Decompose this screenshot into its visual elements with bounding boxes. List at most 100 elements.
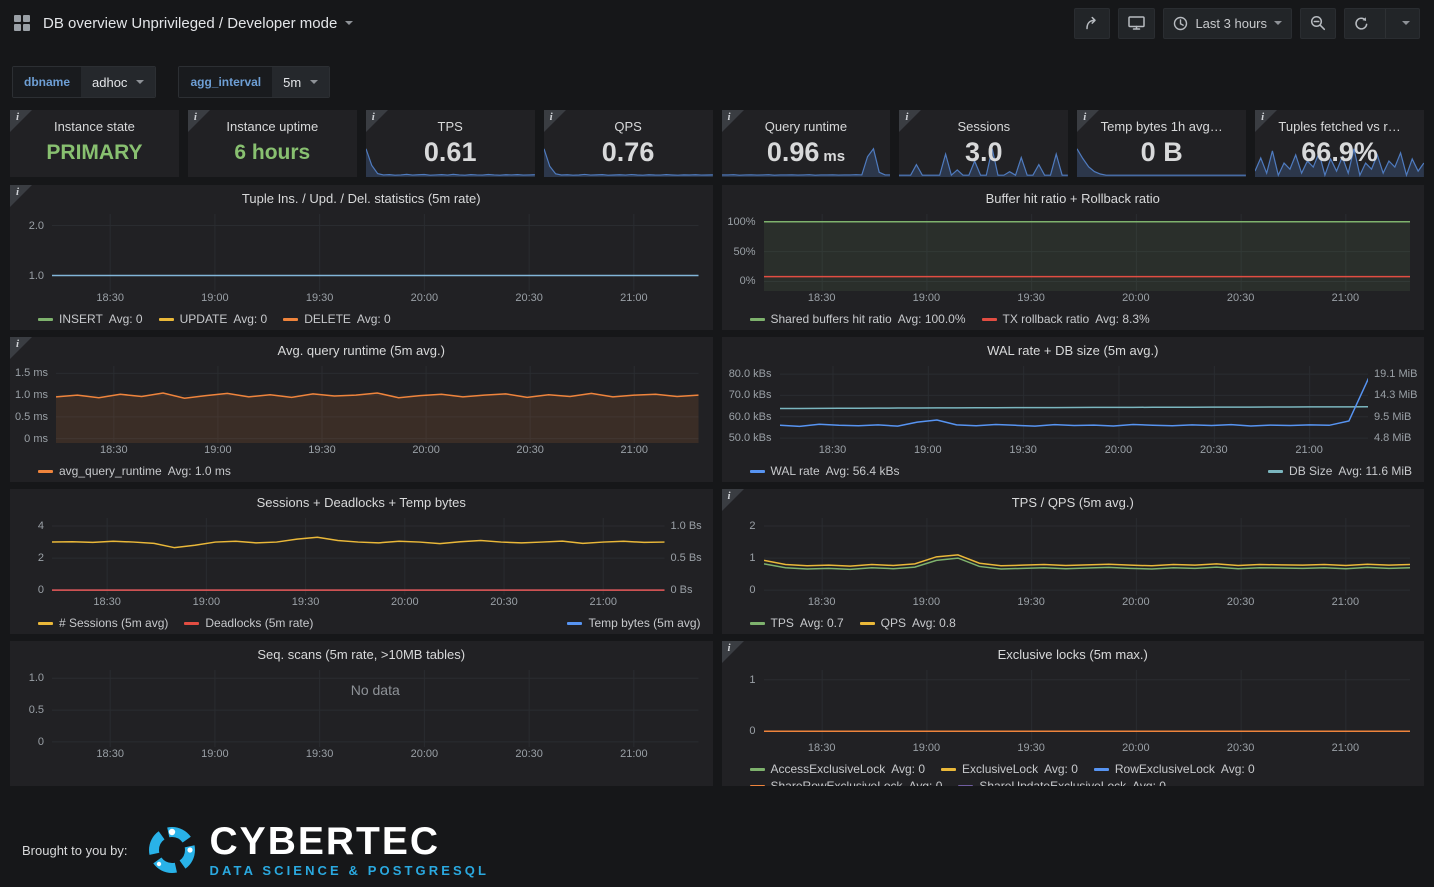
x-axis-label: 20:30 <box>1227 742 1255 754</box>
time-range-picker[interactable]: Last 3 hours <box>1163 8 1292 39</box>
chart-plot[interactable] <box>780 366 1369 443</box>
legend-item[interactable]: AccessExclusiveLockAvg: 0 <box>750 762 926 776</box>
y-axis: 100%50%0% <box>722 214 764 291</box>
legend-item[interactable]: # Sessions (5m avg) <box>38 616 168 630</box>
legend-item[interactable]: avg_query_runtimeAvg: 1.0 ms <box>38 464 231 478</box>
x-axis-label: 19:30 <box>306 748 334 760</box>
panel-title[interactable]: Seq. scans (5m rate, >10MB tables) <box>10 641 713 668</box>
panel-info-icon[interactable] <box>10 337 32 359</box>
panel-info-icon[interactable] <box>1255 110 1277 132</box>
variable-value-dropdown[interactable]: adhoc <box>81 67 155 97</box>
stat-value: 0.76 <box>544 137 713 168</box>
x-axis: 18:3019:0019:3020:0020:3021:00 <box>52 747 699 762</box>
share-button[interactable] <box>1074 8 1110 39</box>
legend-item[interactable]: UPDATEAvg: 0 <box>159 312 268 326</box>
panel-title[interactable]: Tuple Ins. / Upd. / Del. statistics (5m … <box>10 185 713 212</box>
x-axis-label: 18:30 <box>100 444 128 456</box>
dashboard-title-button[interactable]: DB overview Unprivileged / Developer mod… <box>43 15 353 32</box>
panel-info-icon[interactable] <box>722 110 744 132</box>
y-axis-label: 0 <box>38 584 44 596</box>
x-axis-label: 20:00 <box>412 444 440 456</box>
stat-title[interactable]: Instance state <box>10 119 179 134</box>
stat-title[interactable]: Sessions <box>899 119 1068 134</box>
x-axis-label: 18:30 <box>808 596 836 608</box>
chart-plot[interactable] <box>52 518 665 595</box>
variable-value-dropdown[interactable]: 5m <box>272 67 329 97</box>
y-axis-label: 4.8 MiB <box>1374 432 1411 444</box>
y-axis-label: 0.5 Bs <box>671 552 702 564</box>
stat-title[interactable]: Tuples fetched vs r… <box>1255 119 1424 134</box>
panel-title[interactable]: WAL rate + DB size (5m avg.) <box>722 337 1425 364</box>
panel-info-icon[interactable] <box>188 110 210 132</box>
stat-panel-qps: i QPS 0.76 <box>544 110 713 177</box>
legend-item[interactable]: TX rollback ratioAvg: 8.3% <box>982 312 1150 326</box>
x-axis-label: 19:30 <box>306 292 334 304</box>
legend-series-color-icon <box>159 318 174 321</box>
stat-title[interactable]: QPS <box>544 119 713 134</box>
panel-info-icon[interactable] <box>366 110 388 132</box>
legend-item[interactable]: Deadlocks (5m rate) <box>184 616 313 630</box>
chart-plot[interactable] <box>764 518 1411 595</box>
y-axis-right <box>699 670 713 747</box>
clock-icon <box>1173 16 1188 31</box>
x-axis-label: 20:30 <box>1227 596 1255 608</box>
x-axis-label: 19:00 <box>204 444 232 456</box>
legend-item[interactable]: INSERTAvg: 0 <box>38 312 143 326</box>
time-range-label: Last 3 hours <box>1195 16 1267 31</box>
x-axis-label: 20:00 <box>1122 596 1150 608</box>
y-axis: 1.5 ms1.0 ms0.5 ms0 ms <box>10 366 56 443</box>
y-axis-label: 60.0 kBs <box>729 411 772 423</box>
x-axis-label: 20:00 <box>411 748 439 760</box>
legend-item[interactable]: Temp bytes (5m avg) <box>567 616 700 630</box>
panel-title[interactable]: Sessions + Deadlocks + Temp bytes <box>10 489 713 516</box>
chart-plot[interactable] <box>764 670 1411 741</box>
panel-info-icon[interactable] <box>722 489 744 511</box>
panel-info-icon[interactable] <box>722 641 744 663</box>
legend-item[interactable]: ShareRowExclusiveLockAvg: 0 <box>750 779 943 786</box>
legend-item[interactable]: ShareUpdateExclusiveLockAvg: 0 <box>958 779 1166 786</box>
refresh-button[interactable] <box>1345 9 1378 38</box>
panel-info-icon[interactable] <box>10 110 32 132</box>
legend-item[interactable]: ExclusiveLockAvg: 0 <box>941 762 1078 776</box>
legend-item[interactable]: TPSAvg: 0.7 <box>750 616 844 630</box>
stat-title[interactable]: Query runtime <box>722 119 891 134</box>
chart-legend: TPSAvg: 0.7 QPSAvg: 0.8 <box>722 610 1425 634</box>
panel-info-icon[interactable] <box>1077 110 1099 132</box>
panel-info-icon[interactable] <box>544 110 566 132</box>
stat-title[interactable]: Temp bytes 1h avg… <box>1077 119 1246 134</box>
legend-item[interactable]: QPSAvg: 0.8 <box>860 616 956 630</box>
tv-mode-button[interactable] <box>1118 8 1155 39</box>
legend-item[interactable]: WAL rateAvg: 56.4 kBs <box>750 464 900 478</box>
y-axis: 420 <box>10 518 52 595</box>
panel-info-icon[interactable] <box>899 110 921 132</box>
chart-plot[interactable] <box>764 214 1411 291</box>
y-axis-label: 14.3 MiB <box>1374 389 1417 401</box>
legend-item[interactable]: Shared buffers hit ratioAvg: 100.0% <box>750 312 966 326</box>
y-axis-label: 50% <box>733 246 755 258</box>
stat-value: PRIMARY <box>10 141 179 165</box>
refresh-interval-dropdown[interactable] <box>1393 9 1419 38</box>
stat-title[interactable]: Instance uptime <box>188 119 357 134</box>
footer: Brought to you by: CYBERTEC DATA SCIENCE… <box>0 810 1434 887</box>
x-axis-label: 19:00 <box>913 596 941 608</box>
panel-title[interactable]: Avg. query runtime (5m avg.) <box>10 337 713 364</box>
panel-title[interactable]: Exclusive locks (5m max.) <box>722 641 1425 668</box>
dashboard-grid-icon[interactable] <box>14 15 30 31</box>
zoom-out-button[interactable] <box>1300 8 1336 39</box>
legend-item[interactable]: RowExclusiveLockAvg: 0 <box>1094 762 1255 776</box>
panel-title[interactable]: TPS / QPS (5m avg.) <box>722 489 1425 516</box>
panel-info-icon[interactable] <box>10 185 32 207</box>
panel-title[interactable]: Buffer hit ratio + Rollback ratio <box>722 185 1425 212</box>
chart-legend <box>10 762 713 786</box>
chart-plot[interactable]: No data <box>52 670 699 747</box>
stat-title[interactable]: TPS <box>366 119 535 134</box>
legend-item[interactable]: DELETEAvg: 0 <box>283 312 391 326</box>
chart-plot[interactable] <box>56 366 699 443</box>
chart-legend: AccessExclusiveLockAvg: 0 ExclusiveLockAv… <box>722 756 1425 786</box>
chart-plot[interactable] <box>52 214 699 291</box>
legend-series-color-icon <box>750 768 765 771</box>
x-axis-label: 19:30 <box>1009 444 1037 456</box>
x-axis: 18:3019:0019:3020:0020:3021:00 <box>764 595 1411 610</box>
legend-item[interactable]: DB SizeAvg: 11.6 MiB <box>1268 464 1412 478</box>
stat-panel-sessions: i Sessions 3.0 <box>899 110 1068 177</box>
